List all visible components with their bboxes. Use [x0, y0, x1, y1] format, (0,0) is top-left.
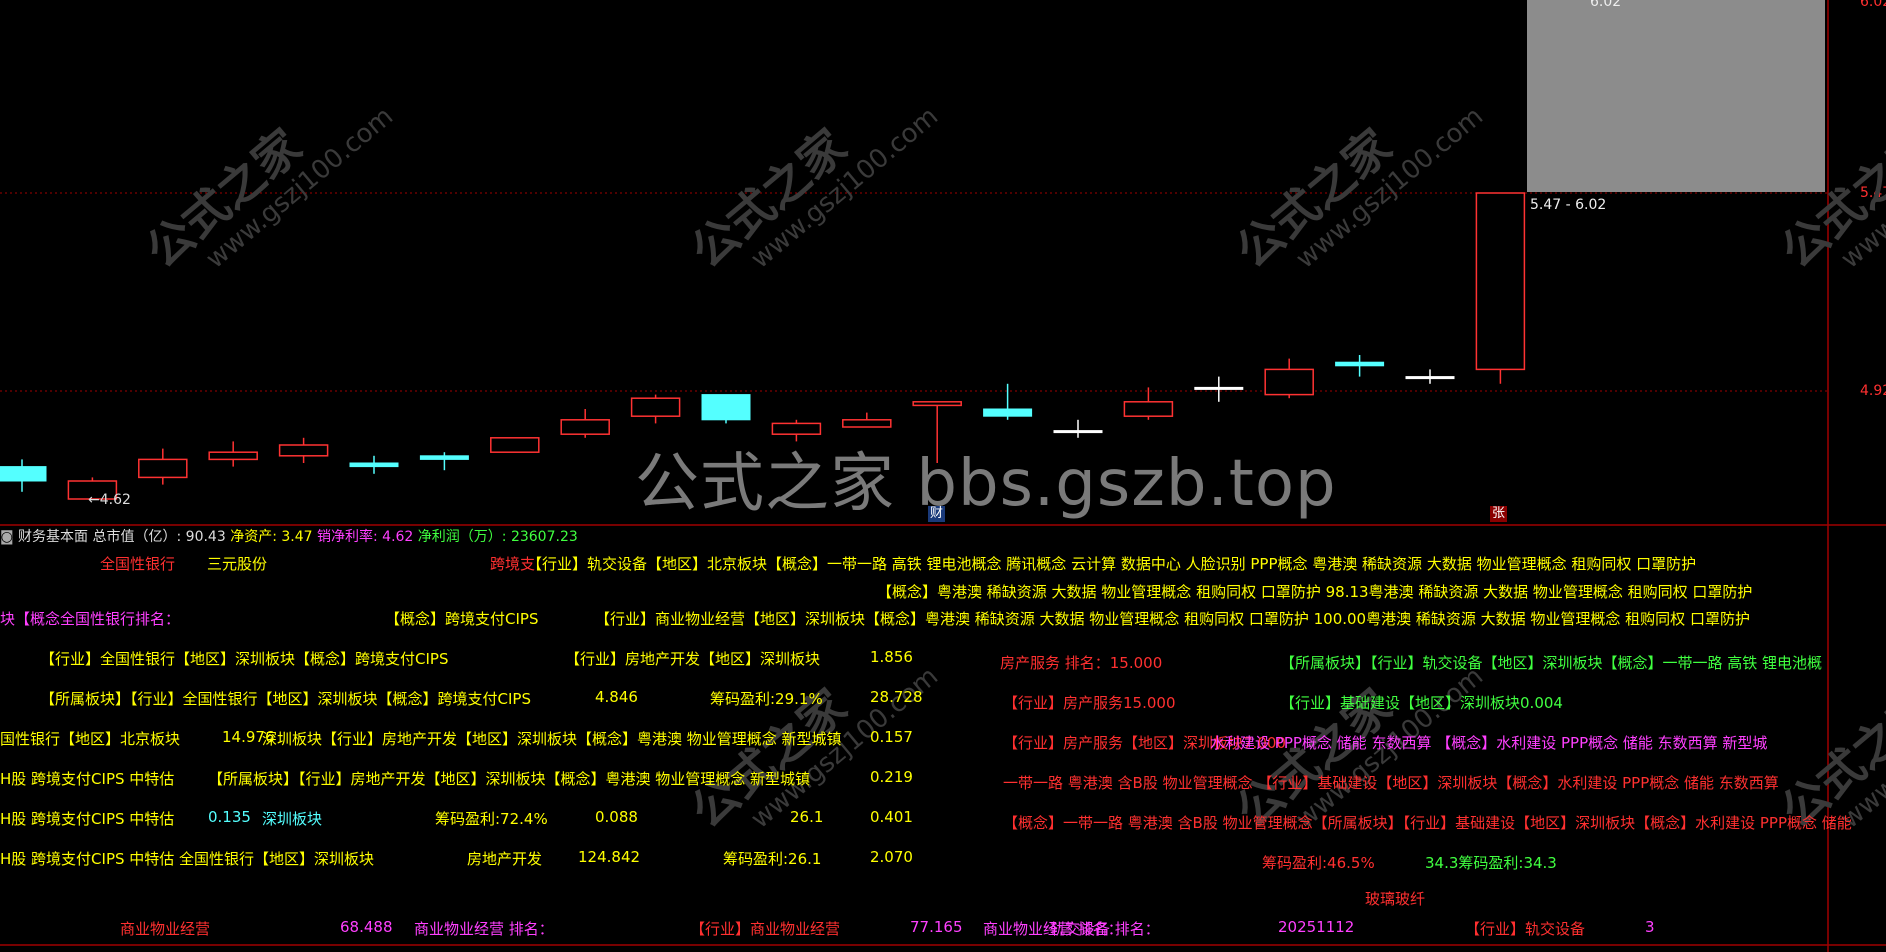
high-price-marker: 6.02 [1590, 0, 1622, 10]
panel-text: 0.135 [208, 808, 251, 826]
bottom-text: 轨交设备 排名： [1050, 920, 1160, 938]
panel-text: 0.401 [870, 808, 913, 826]
bottom-text: 【行业】商业物业经营 [690, 920, 841, 938]
candle-body [278, 444, 329, 457]
rise-marker[interactable]: 张 [1490, 506, 1508, 522]
bottom-text: 68.488 [340, 918, 393, 936]
panel-text: 全国性银行 [100, 555, 176, 573]
panel-text: 28.728 [870, 688, 923, 706]
panel-text: 0.219 [870, 768, 913, 786]
panel-text: 玻璃玻纤 [1365, 890, 1426, 908]
panel-text: 【行业】轨交设备【地区】北京板块【概念】一带一路 高铁 锂电池概念 腾讯概念 云… [527, 555, 1697, 573]
panel-text: 一带一路 粤港澳 含B股 物业管理概念 【行业】基础建设【地区】深圳板块【概念】… [1003, 774, 1779, 792]
panel-text: 【行业】基础建设【地区】深圳板块0.004 [1280, 694, 1563, 712]
bottom-text: 【行业】轨交设备 [1465, 920, 1586, 938]
panel-text: 筹码盈利:72.4% [435, 810, 548, 828]
panel-text: 26.1 [790, 808, 824, 826]
panel-text: 2.070 [870, 848, 913, 866]
candle-body [419, 455, 469, 460]
panel-text: 124.842 [578, 848, 641, 866]
panel-text: 34.3筹码盈利:34.3 [1425, 854, 1557, 872]
candle-body [701, 394, 751, 421]
bottom-text: 3 [1645, 918, 1655, 936]
panel-text: 国性银行【地区】北京板块 [0, 730, 181, 748]
panel-text: 【行业】房地产开发【地区】深圳板块 [565, 650, 821, 668]
price-zone-box [1527, 0, 1825, 192]
zone-range-label: 5.47 - 6.02 [1530, 197, 1607, 213]
panel-text: 房产服务 排名：15.000 [1000, 654, 1163, 672]
panel-text: H股 跨境支付CIPS 中特估 [0, 810, 175, 828]
panel-text: 【行业】商业物业经营【地区】深圳板块【概念】粤港澳 稀缺资源 大数据 物业管理概… [595, 610, 1750, 628]
candle-body [842, 419, 892, 428]
panel-text: H股 跨境支付CIPS 中特估 全国性银行【地区】深圳板块 [0, 850, 375, 868]
panel-text: 1.856 [870, 648, 913, 666]
panel-text: 【行业】房产服务15.000 [1003, 694, 1176, 712]
center-watermark: 公式之家 bbs.gszb.top [635, 447, 1337, 521]
candle-body [912, 401, 962, 407]
panel-text: 筹码盈利:26.1 [723, 850, 822, 868]
candle-body [138, 458, 188, 479]
candle-body [1475, 192, 1526, 371]
panel-text: H股 跨境支付CIPS 中特估 [0, 770, 175, 788]
panel-text: 水利建设 PPP概念 储能 东数西算 【概念】水利建设 PPP概念 储能 东数西… [1210, 734, 1768, 752]
panel-text: 房地产开发 [467, 850, 543, 868]
bottom-text: 商业物业经营 排名： [414, 920, 554, 938]
bottom-text: 77.165 [910, 918, 963, 936]
panel-text: 【所属板块】【行业】房地产开发【地区】深圳板块【概念】粤港澳 物业管理概念 新型… [208, 770, 811, 788]
panel-text: 【概念】粤港澳 稀缺资源 大数据 物业管理概念 租购同权 口罩防护 98.13粤… [877, 583, 1753, 601]
candle-body [1194, 386, 1244, 390]
panel-text: 【概念】一带一路 粤港澳 含B股 物业管理概念【所属板块】【行业】基础建设【地区… [1003, 814, 1852, 832]
panel-text: 筹码盈利:29.1% [710, 690, 823, 708]
candle-body [983, 408, 1033, 417]
bottom-text: 商业物业经营 [120, 920, 211, 938]
panel-text: 0.157 [870, 728, 913, 746]
panel-text: 【行业】全国性银行【地区】深圳板块【概念】跨境支付CIPS [40, 650, 449, 668]
candle-body [1335, 361, 1385, 367]
info-icon[interactable]: ◙ [0, 529, 14, 545]
candle-body [208, 451, 258, 461]
bottom-text: 20251112 [1278, 918, 1355, 936]
panel-text: 【所属板块】【行业】全国性银行【地区】深圳板块【概念】跨境支付CIPS [40, 690, 531, 708]
candle-body [630, 397, 681, 417]
candle-body [1405, 376, 1455, 380]
low-price-marker: ←4.62 [88, 492, 131, 508]
panel-text: 【概念】跨境支付CIPS [385, 610, 539, 628]
panel-text: 深圳板块 [262, 810, 323, 828]
candle-body [1123, 401, 1174, 417]
panel-text: 筹码盈利:46.5% [1262, 854, 1375, 872]
candle-body [0, 466, 47, 482]
panel-text: 三元股份 [207, 555, 268, 573]
panel-text: 深圳板块【行业】房地产开发【地区】深圳板块【概念】粤港澳 物业管理概念 新型城镇 [262, 730, 842, 748]
candle-body [490, 437, 540, 453]
panel-text: 0.088 [595, 808, 638, 826]
candle-body [1264, 368, 1314, 396]
panel-text: 【所属板块】【行业】轨交设备【地区】深圳板块【概念】一带一路 高铁 锂电池概 [1280, 654, 1823, 672]
axis-label-492: 4.92 [1860, 383, 1886, 399]
panel-text: 4.846 [595, 688, 638, 706]
info-header: ◙ 财务基本面 总市值（亿）: 90.43 净资产: 3.47 销净利率: 4.… [0, 529, 578, 545]
panel-text: 块【概念全国性银行排名： [0, 610, 181, 628]
axis-label-602: 6.02 [1860, 0, 1886, 10]
candle-body [560, 419, 610, 435]
candle-body [349, 462, 399, 468]
